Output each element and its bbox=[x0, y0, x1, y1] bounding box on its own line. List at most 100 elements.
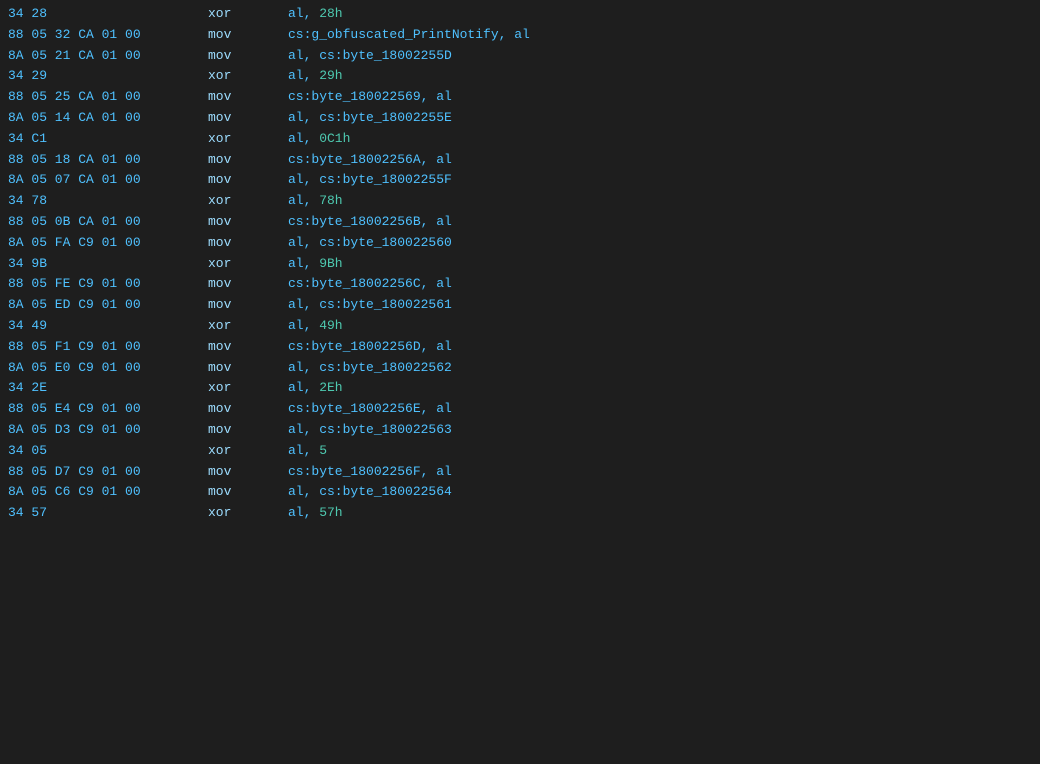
mnemonic-col: mov bbox=[208, 212, 288, 233]
bytes-col: 8A 05 ED C9 01 00 bbox=[8, 295, 208, 316]
table-row: 88 05 F1 C9 01 00movcs:byte_18002256D, a… bbox=[0, 337, 1040, 358]
bytes-col: 8A 05 E0 C9 01 00 bbox=[8, 358, 208, 379]
table-row: 34 49xoral, 49h bbox=[0, 316, 1040, 337]
operand-col: al, 78h bbox=[288, 191, 1032, 212]
table-row: 8A 05 FA C9 01 00moval, cs:byte_18002256… bbox=[0, 233, 1040, 254]
table-row: 88 05 18 CA 01 00movcs:byte_18002256A, a… bbox=[0, 150, 1040, 171]
table-row: 8A 05 21 CA 01 00moval, cs:byte_18002255… bbox=[0, 46, 1040, 67]
operand-col: cs:byte_18002256E, al bbox=[288, 399, 1032, 420]
bytes-col: 88 05 F1 C9 01 00 bbox=[8, 337, 208, 358]
table-row: 34 2Exoral, 2Eh bbox=[0, 378, 1040, 399]
mnemonic-col: mov bbox=[208, 108, 288, 129]
disassembly-view[interactable]: 34 28xoral, 28h88 05 32 CA 01 00movcs:g_… bbox=[0, 0, 1040, 764]
table-row: 34 05xoral, 5 bbox=[0, 441, 1040, 462]
mnemonic-col: xor bbox=[208, 254, 288, 275]
mnemonic-col: mov bbox=[208, 482, 288, 503]
mnemonic-col: mov bbox=[208, 295, 288, 316]
operand-col: al, cs:byte_180022562 bbox=[288, 358, 1032, 379]
bytes-col: 88 05 25 CA 01 00 bbox=[8, 87, 208, 108]
table-row: 34 78xoral, 78h bbox=[0, 191, 1040, 212]
mnemonic-col: xor bbox=[208, 378, 288, 399]
bytes-col: 34 28 bbox=[8, 4, 208, 25]
table-row: 8A 05 ED C9 01 00moval, cs:byte_18002256… bbox=[0, 295, 1040, 316]
bytes-col: 88 05 E4 C9 01 00 bbox=[8, 399, 208, 420]
operand-col: al, cs:byte_180022563 bbox=[288, 420, 1032, 441]
operand-col: al, 28h bbox=[288, 4, 1032, 25]
bytes-col: 34 C1 bbox=[8, 129, 208, 150]
operand-col: al, 29h bbox=[288, 66, 1032, 87]
bytes-col: 8A 05 14 CA 01 00 bbox=[8, 108, 208, 129]
mnemonic-col: mov bbox=[208, 420, 288, 441]
bytes-col: 88 05 0B CA 01 00 bbox=[8, 212, 208, 233]
table-row: 88 05 D7 C9 01 00movcs:byte_18002256F, a… bbox=[0, 462, 1040, 483]
bytes-col: 8A 05 C6 C9 01 00 bbox=[8, 482, 208, 503]
operand-col: al, cs:byte_18002255D bbox=[288, 46, 1032, 67]
mnemonic-col: mov bbox=[208, 87, 288, 108]
bytes-col: 34 9B bbox=[8, 254, 208, 275]
mnemonic-col: mov bbox=[208, 337, 288, 358]
operand-col: al, 2Eh bbox=[288, 378, 1032, 399]
mnemonic-col: mov bbox=[208, 462, 288, 483]
operand-col: al, 9Bh bbox=[288, 254, 1032, 275]
bytes-col: 8A 05 07 CA 01 00 bbox=[8, 170, 208, 191]
bytes-col: 8A 05 FA C9 01 00 bbox=[8, 233, 208, 254]
bytes-col: 88 05 18 CA 01 00 bbox=[8, 150, 208, 171]
table-row: 34 57xoral, 57h bbox=[0, 503, 1040, 524]
operand-col: cs:byte_18002256D, al bbox=[288, 337, 1032, 358]
operand-col: cs:byte_18002256F, al bbox=[288, 462, 1032, 483]
operand-col: cs:byte_18002256C, al bbox=[288, 274, 1032, 295]
table-row: 88 05 FE C9 01 00movcs:byte_18002256C, a… bbox=[0, 274, 1040, 295]
table-row: 88 05 32 CA 01 00movcs:g_obfuscated_Prin… bbox=[0, 25, 1040, 46]
mnemonic-col: mov bbox=[208, 170, 288, 191]
operand-col: al, 57h bbox=[288, 503, 1032, 524]
table-row: 34 28xoral, 28h bbox=[0, 4, 1040, 25]
bytes-col: 34 29 bbox=[8, 66, 208, 87]
table-row: 34 C1xoral, 0C1h bbox=[0, 129, 1040, 150]
operand-col: al, cs:byte_18002255F bbox=[288, 170, 1032, 191]
operand-col: cs:byte_180022569, al bbox=[288, 87, 1032, 108]
bytes-col: 88 05 FE C9 01 00 bbox=[8, 274, 208, 295]
mnemonic-col: mov bbox=[208, 358, 288, 379]
bytes-col: 8A 05 D3 C9 01 00 bbox=[8, 420, 208, 441]
mnemonic-col: mov bbox=[208, 274, 288, 295]
operand-col: cs:g_obfuscated_PrintNotify, al bbox=[288, 25, 1032, 46]
mnemonic-col: xor bbox=[208, 129, 288, 150]
bytes-col: 88 05 32 CA 01 00 bbox=[8, 25, 208, 46]
mnemonic-col: mov bbox=[208, 46, 288, 67]
mnemonic-col: mov bbox=[208, 233, 288, 254]
mnemonic-col: mov bbox=[208, 150, 288, 171]
mnemonic-col: mov bbox=[208, 399, 288, 420]
table-row: 34 9Bxoral, 9Bh bbox=[0, 254, 1040, 275]
table-row: 8A 05 14 CA 01 00moval, cs:byte_18002255… bbox=[0, 108, 1040, 129]
table-row: 88 05 0B CA 01 00movcs:byte_18002256B, a… bbox=[0, 212, 1040, 233]
operand-col: al, 0C1h bbox=[288, 129, 1032, 150]
mnemonic-col: xor bbox=[208, 4, 288, 25]
operand-col: cs:byte_18002256B, al bbox=[288, 212, 1032, 233]
table-row: 8A 05 E0 C9 01 00moval, cs:byte_18002256… bbox=[0, 358, 1040, 379]
bytes-col: 34 2E bbox=[8, 378, 208, 399]
operand-col: al, 49h bbox=[288, 316, 1032, 337]
operand-col: al, cs:byte_180022564 bbox=[288, 482, 1032, 503]
bytes-col: 8A 05 21 CA 01 00 bbox=[8, 46, 208, 67]
bytes-col: 34 57 bbox=[8, 503, 208, 524]
bytes-col: 88 05 D7 C9 01 00 bbox=[8, 462, 208, 483]
mnemonic-col: xor bbox=[208, 316, 288, 337]
operand-col: al, cs:byte_180022561 bbox=[288, 295, 1032, 316]
table-row: 88 05 E4 C9 01 00movcs:byte_18002256E, a… bbox=[0, 399, 1040, 420]
operand-col: al, cs:byte_18002255E bbox=[288, 108, 1032, 129]
table-row: 8A 05 07 CA 01 00moval, cs:byte_18002255… bbox=[0, 170, 1040, 191]
operand-col: al, cs:byte_180022560 bbox=[288, 233, 1032, 254]
operand-col: al, 5 bbox=[288, 441, 1032, 462]
mnemonic-col: mov bbox=[208, 25, 288, 46]
bytes-col: 34 05 bbox=[8, 441, 208, 462]
table-row: 88 05 25 CA 01 00movcs:byte_180022569, a… bbox=[0, 87, 1040, 108]
bytes-col: 34 49 bbox=[8, 316, 208, 337]
mnemonic-col: xor bbox=[208, 503, 288, 524]
mnemonic-col: xor bbox=[208, 441, 288, 462]
table-row: 8A 05 D3 C9 01 00moval, cs:byte_18002256… bbox=[0, 420, 1040, 441]
table-row: 34 29xoral, 29h bbox=[0, 66, 1040, 87]
bytes-col: 34 78 bbox=[8, 191, 208, 212]
mnemonic-col: xor bbox=[208, 66, 288, 87]
table-row: 8A 05 C6 C9 01 00moval, cs:byte_18002256… bbox=[0, 482, 1040, 503]
operand-col: cs:byte_18002256A, al bbox=[288, 150, 1032, 171]
